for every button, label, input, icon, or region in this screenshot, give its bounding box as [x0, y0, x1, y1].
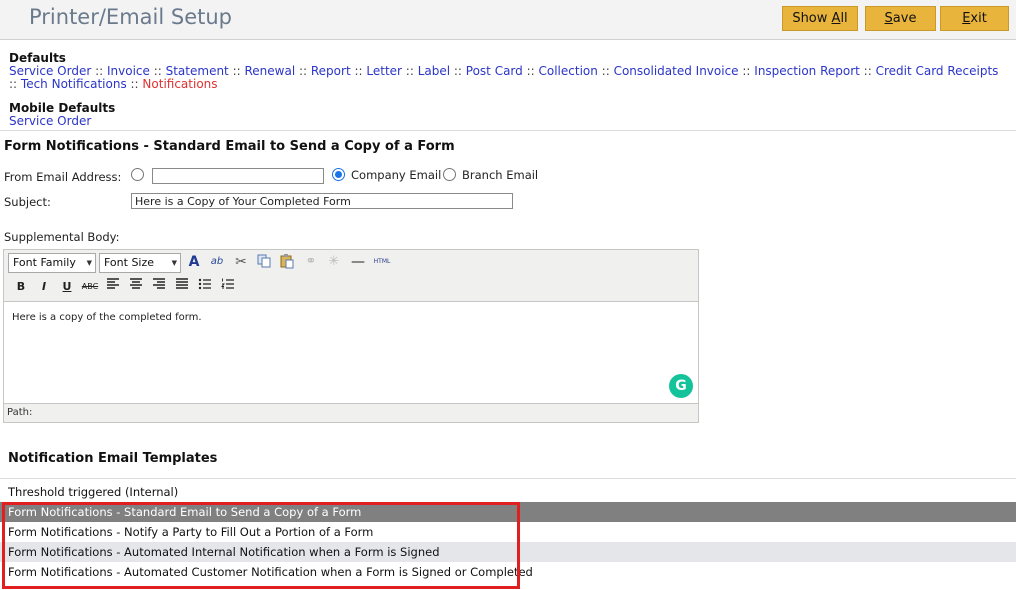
defaults-label: Defaults [9, 51, 66, 65]
link-separator: :: [522, 64, 539, 78]
link-separator: :: [149, 64, 166, 78]
mobile-defaults-label: Mobile Defaults [9, 101, 116, 115]
strikethrough-icon[interactable]: ABC [81, 278, 99, 296]
link-separator: :: [295, 64, 311, 78]
defaults-link-statement[interactable]: Statement [166, 64, 229, 78]
bold-icon[interactable]: B [12, 278, 30, 296]
defaults-link-notifications[interactable]: Notifications [142, 77, 217, 91]
section-divider [0, 130, 1016, 131]
link-separator: :: [450, 64, 466, 78]
link-separator: :: [859, 64, 876, 78]
link-separator: :: [401, 64, 418, 78]
defaults-link-tech-notifications[interactable]: Tech Notifications [21, 77, 127, 91]
mobile-defaults-links: Service Order [9, 115, 1009, 128]
show-all-button[interactable]: Show All [782, 6, 858, 31]
link-icon[interactable]: ⚭ [302, 253, 320, 271]
branch-email-label[interactable]: Branch Email [462, 168, 538, 182]
supplemental-body-label: Supplemental Body: [4, 230, 120, 244]
copy-icon[interactable] [255, 253, 273, 271]
page-title: Printer/Email Setup [29, 5, 232, 29]
font-family-value: Font Family [13, 256, 76, 269]
link-separator: :: [91, 64, 107, 78]
defaults-link-post-card[interactable]: Post Card [466, 64, 523, 78]
editor-path-bar: Path: [4, 403, 698, 422]
subject-label: Subject: [4, 195, 51, 209]
font-family-select[interactable]: Font Family ▼ [8, 253, 96, 273]
link-separator: :: [228, 64, 245, 78]
editor-toolbar: Font Family ▼ Font Size ▼ A ab ✂ ⚭ ✳ — H… [4, 250, 698, 302]
highlight-color-icon[interactable]: ab [208, 253, 226, 271]
branch-email-radio[interactable] [443, 168, 456, 181]
horizontal-rule-icon[interactable]: — [349, 253, 367, 271]
from-email-label: From Email Address: [4, 170, 122, 184]
mobile-link-service-order[interactable]: Service Order [9, 114, 91, 128]
link-separator: :: [126, 77, 143, 91]
exit-button[interactable]: Exit [940, 6, 1009, 31]
templates-title: Notification Email Templates [8, 451, 218, 466]
link-separator: :: [9, 77, 21, 91]
defaults-link-consolidated-invoice[interactable]: Consolidated Invoice [614, 64, 739, 78]
defaults-link-label[interactable]: Label [418, 64, 450, 78]
align-center-icon[interactable] [127, 278, 145, 296]
font-color-icon[interactable]: A [185, 253, 203, 271]
defaults-link-service-order[interactable]: Service Order [9, 64, 91, 78]
template-row[interactable]: Threshold triggered (Internal) [0, 482, 1016, 502]
templates-divider [0, 478, 1016, 479]
from-custom-email-input[interactable] [152, 168, 324, 184]
font-size-value: Font Size [104, 256, 155, 269]
font-size-select[interactable]: Font Size ▼ [99, 253, 181, 273]
template-row[interactable]: Form Notifications - Automated Customer … [0, 562, 1016, 582]
link-separator: :: [738, 64, 755, 78]
editor-content-area[interactable]: Here is a copy of the completed form. [4, 303, 698, 403]
save-button[interactable]: Save [865, 6, 936, 31]
rich-text-editor: Font Family ▼ Font Size ▼ A ab ✂ ⚭ ✳ — H… [3, 249, 699, 423]
defaults-links: Service Order :: Invoice :: Statement ::… [9, 65, 1009, 91]
chevron-down-icon: ▼ [86, 259, 92, 267]
bullet-list-icon[interactable] [196, 278, 214, 296]
defaults-link-credit-card-receipts[interactable]: Credit Card Receipts [876, 64, 999, 78]
template-row-selected[interactable]: Form Notifications - Standard Email to S… [0, 502, 1016, 522]
align-left-icon[interactable] [104, 278, 122, 296]
numbered-list-icon[interactable] [219, 278, 237, 296]
subject-input[interactable] [131, 193, 513, 209]
template-row[interactable]: Form Notifications - Notify a Party to F… [0, 522, 1016, 542]
header-bar: Printer/Email Setup Show All Save Exit [0, 0, 1016, 40]
justify-icon[interactable] [173, 278, 191, 296]
defaults-link-renewal[interactable]: Renewal [244, 64, 295, 78]
paste-icon[interactable] [278, 253, 296, 271]
underline-icon[interactable]: U [58, 278, 76, 296]
template-row[interactable]: Form Notifications - Automated Internal … [0, 542, 1016, 562]
cut-icon[interactable]: ✂ [232, 253, 250, 271]
align-right-icon[interactable] [150, 278, 168, 296]
form-title: Form Notifications - Standard Email to S… [4, 139, 455, 154]
defaults-link-invoice[interactable]: Invoice [107, 64, 150, 78]
link-separator: :: [350, 64, 367, 78]
italic-icon[interactable]: I [35, 278, 53, 296]
from-custom-radio[interactable] [131, 168, 144, 181]
link-separator: :: [597, 64, 614, 78]
html-source-icon[interactable]: HTML [371, 253, 393, 271]
defaults-link-inspection-report[interactable]: Inspection Report [754, 64, 860, 78]
chevron-down-icon: ▼ [171, 259, 177, 267]
defaults-link-letter[interactable]: Letter [366, 64, 402, 78]
defaults-link-collection[interactable]: Collection [539, 64, 598, 78]
defaults-link-report[interactable]: Report [311, 64, 351, 78]
company-email-radio[interactable] [332, 168, 345, 181]
grammarly-icon[interactable]: G [669, 374, 693, 398]
unlink-icon[interactable]: ✳ [325, 253, 343, 271]
company-email-label[interactable]: Company Email [351, 168, 441, 182]
